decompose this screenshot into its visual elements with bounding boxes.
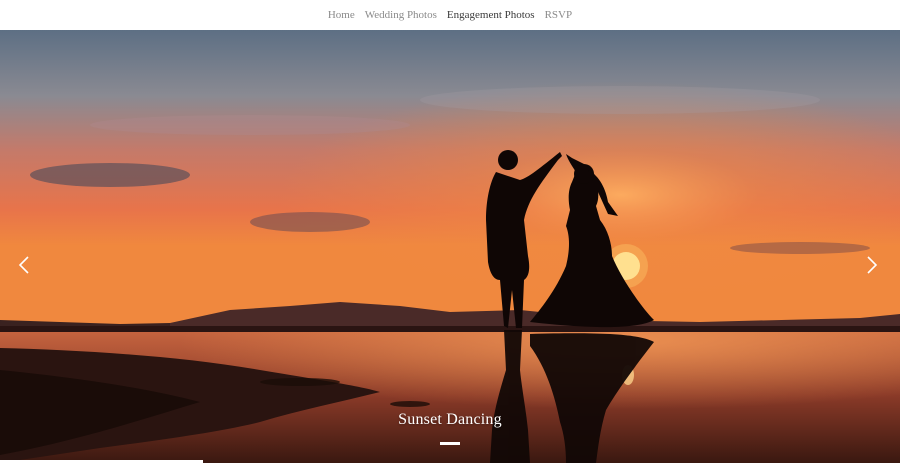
chevron-right-icon xyxy=(867,256,878,274)
top-nav: Home Wedding Photos Engagement Photos RS… xyxy=(0,0,900,30)
carousel-prev-button[interactable] xyxy=(13,252,35,278)
chevron-left-icon xyxy=(18,256,29,274)
carousel-indicator[interactable] xyxy=(440,442,460,445)
carousel-next-button[interactable] xyxy=(861,252,883,278)
nav-rsvp-link[interactable]: RSVP xyxy=(545,9,573,21)
nav-engagement-photos-link[interactable]: Engagement Photos xyxy=(447,9,535,21)
nav-wedding-photos-link[interactable]: Wedding Photos xyxy=(365,9,437,21)
nav-home-link[interactable]: Home xyxy=(328,9,355,21)
carousel-indicators xyxy=(0,442,900,445)
slide-image-sunset-dancing xyxy=(0,30,900,463)
photo-carousel: Sunset Dancing xyxy=(0,30,900,463)
slide-caption: Sunset Dancing xyxy=(398,411,502,428)
